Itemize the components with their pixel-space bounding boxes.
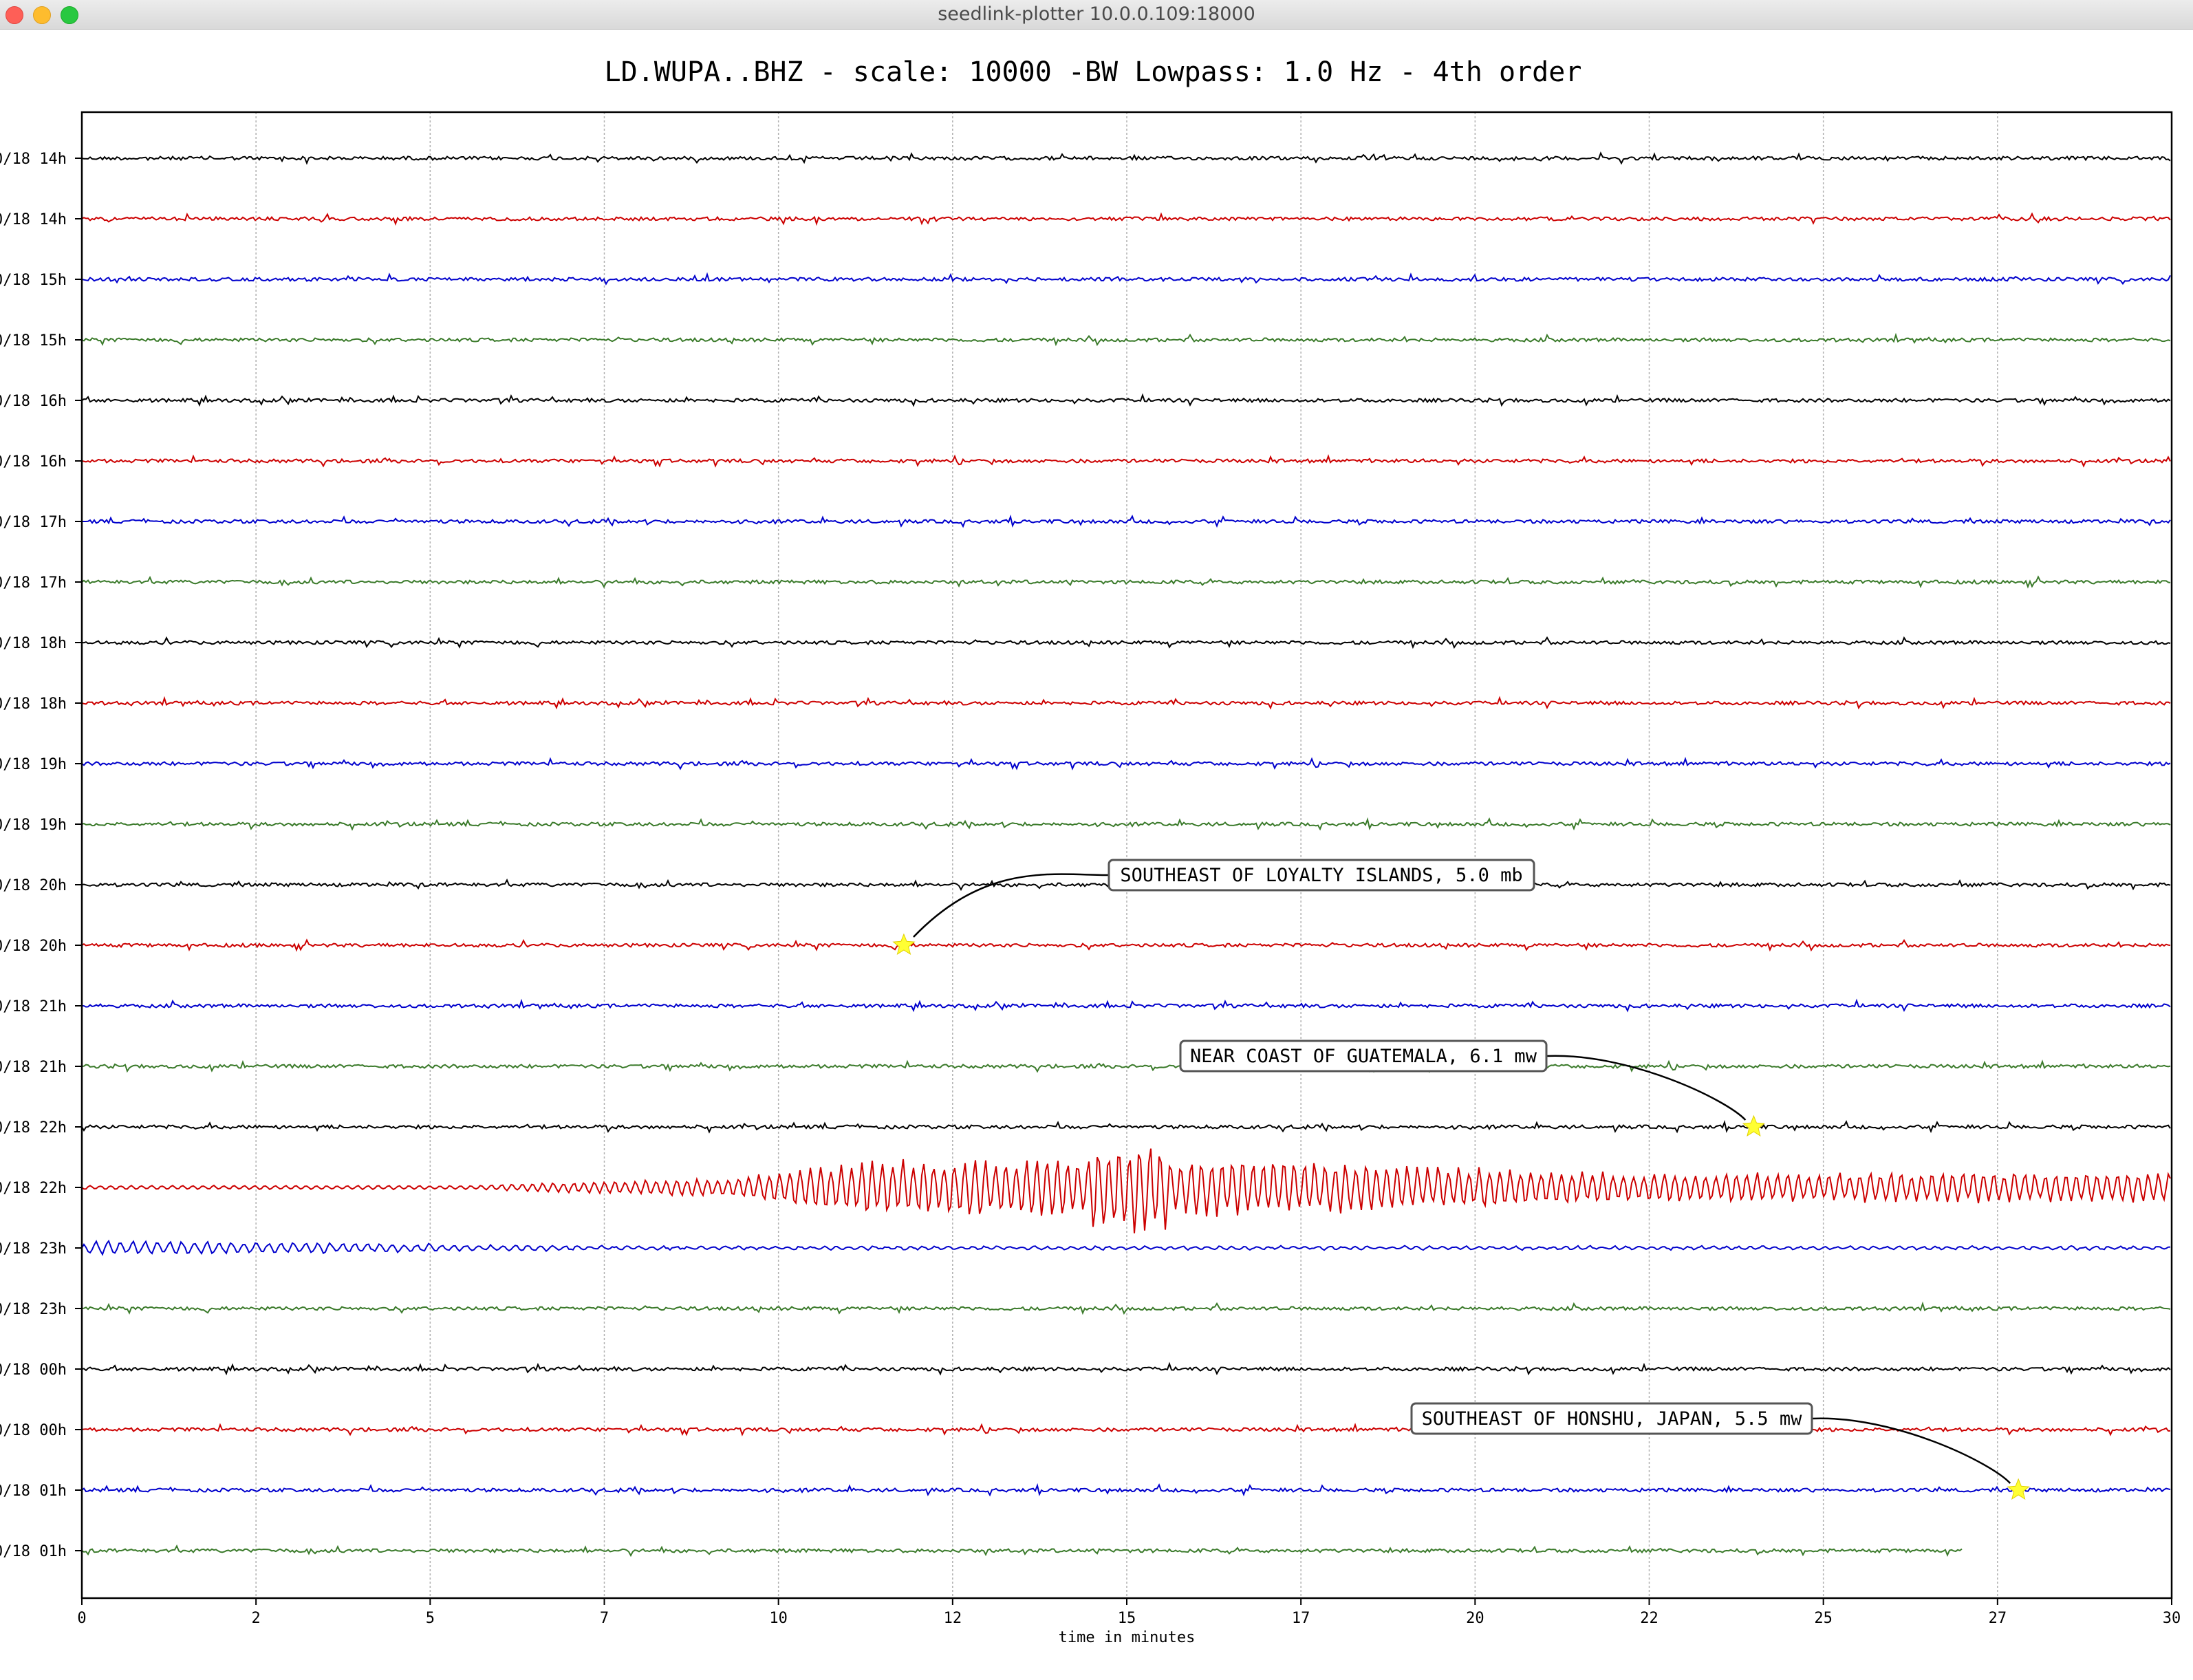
seismogram-trace xyxy=(81,938,2171,952)
x-tick-label: 0 xyxy=(77,1610,86,1627)
star-icon xyxy=(892,933,916,955)
window-titlebar: seedlink-plotter 10.0.0.109:18000 xyxy=(0,0,2193,30)
x-tick-label: 15 xyxy=(1118,1610,1136,1627)
seismogram-trace xyxy=(82,514,2171,528)
row-time-label: 0/18 15h xyxy=(0,272,67,289)
trace-group xyxy=(81,151,2171,1558)
chart-title: LD.WUPA..BHZ - scale: 10000 -BW Lowpass:… xyxy=(605,56,1582,88)
x-tick-label: 7 xyxy=(600,1610,609,1627)
seismogram-trace xyxy=(81,817,2171,831)
event-annotation: SOUTHEAST OF HONSHU, JAPAN, 5.5 mw xyxy=(1410,1402,2030,1500)
row-time-label: 0/18 23h xyxy=(0,1240,67,1258)
row-time-label: 0/18 00h xyxy=(0,1361,67,1379)
row-time-label: 0/18 21h xyxy=(0,998,67,1015)
row-time-label: 0/18 01h xyxy=(0,1543,67,1560)
row-time-label: 0/18 19h xyxy=(0,756,67,773)
x-tick-label: 17 xyxy=(1292,1610,1310,1627)
star-icon xyxy=(1742,1114,1765,1137)
row-time-label: 0/18 23h xyxy=(0,1301,67,1318)
seismogram-trace xyxy=(81,636,2171,649)
row-time-label: 0/18 21h xyxy=(0,1059,67,1076)
row-time-label: 0/18 20h xyxy=(0,938,67,955)
seismogram-trace xyxy=(81,1148,2171,1234)
seismogram-trace xyxy=(81,151,2171,165)
row-time-label: 0/18 01h xyxy=(0,1483,67,1500)
x-tick-label: 12 xyxy=(944,1610,962,1627)
row-time-label: 0/18 20h xyxy=(0,877,67,894)
row-time-label: 0/18 14h xyxy=(0,151,67,168)
x-axis-ticks: 0 2 5 7 10 12 15 17 20 22 25 27 30 xyxy=(77,1598,2181,1627)
x-axis-label: time in minutes xyxy=(1059,1629,1196,1646)
event-annotation: NEAR COAST OF GUATEMALA, 6.1 mw xyxy=(1179,1040,1765,1137)
seismogram-trace xyxy=(81,1544,1963,1558)
star-icon xyxy=(2007,1478,2030,1500)
x-tick-label: 25 xyxy=(1814,1610,1833,1627)
annotation-text: SOUTHEAST OF HONSHU, JAPAN, 5.5 mw xyxy=(1422,1408,1802,1430)
event-annotation: SOUTHEAST OF LOYALTY ISLANDS, 5.0 mb xyxy=(892,859,1535,955)
row-time-label: 0/18 14h xyxy=(0,211,67,228)
annotation-leader xyxy=(1546,1055,1747,1121)
annotation-text: SOUTHEAST OF LOYALTY ISLANDS, 5.0 mb xyxy=(1120,865,1522,886)
x-tick-label: 27 xyxy=(1989,1610,2007,1627)
seismogram-trace xyxy=(81,332,2171,347)
row-time-label: 0/18 18h xyxy=(0,696,67,713)
x-tick-label: 2 xyxy=(252,1610,261,1627)
seismogram-trace xyxy=(81,1423,2170,1436)
seismogram-trace xyxy=(81,1119,2171,1134)
seismogram-trace xyxy=(81,1301,2171,1315)
row-time-label: 0/18 15h xyxy=(0,332,67,349)
seismogram-trace xyxy=(81,1059,2171,1073)
row-time-label: 0/18 16h xyxy=(0,393,67,410)
row-time-label: 0/18 17h xyxy=(0,514,67,531)
vertical-grid xyxy=(255,112,1998,1598)
seismogram-trace xyxy=(81,757,2171,771)
seismogram-trace xyxy=(81,1361,2171,1376)
seismogram-trace xyxy=(81,454,2171,468)
seismogram-trace xyxy=(81,575,2171,589)
x-tick-label: 10 xyxy=(769,1610,788,1627)
seismogram-trace xyxy=(81,1483,2171,1497)
row-time-label: 0/18 18h xyxy=(0,635,67,652)
row-time-label: 0/18 00h xyxy=(0,1422,67,1439)
row-time-label: 0/18 19h xyxy=(0,817,67,834)
window-title: seedlink-plotter 10.0.0.109:18000 xyxy=(938,3,1255,25)
row-time-label: 0/18 22h xyxy=(0,1119,67,1137)
x-tick-label: 20 xyxy=(1466,1610,1484,1627)
x-tick-label: 5 xyxy=(426,1610,435,1627)
seismogram-trace xyxy=(81,272,2171,286)
seismogram-plot: LD.WUPA..BHZ - scale: 10000 -BW Lowpass:… xyxy=(0,56,2181,1646)
seismogram-trace xyxy=(81,696,2171,710)
seismogram-trace xyxy=(81,998,2171,1013)
row-time-label: 0/18 17h xyxy=(0,574,67,592)
x-tick-label: 22 xyxy=(1640,1610,1659,1627)
x-tick-label: 30 xyxy=(2163,1610,2181,1627)
seismogram-trace xyxy=(81,1239,2171,1256)
annotation-leader xyxy=(913,873,1110,938)
seismogram-trace xyxy=(81,393,2171,407)
seismogram-trace xyxy=(81,212,2171,226)
row-labels: 0/18 14h 0/18 14h 0/18 15h 0/18 15h 0/18 16h… xyxy=(0,151,82,1560)
row-time-label: 0/18 16h xyxy=(0,453,67,471)
annotation-text: NEAR COAST OF GUATEMALA, 6.1 mw xyxy=(1190,1046,1537,1067)
row-time-label: 0/18 22h xyxy=(0,1180,67,1197)
